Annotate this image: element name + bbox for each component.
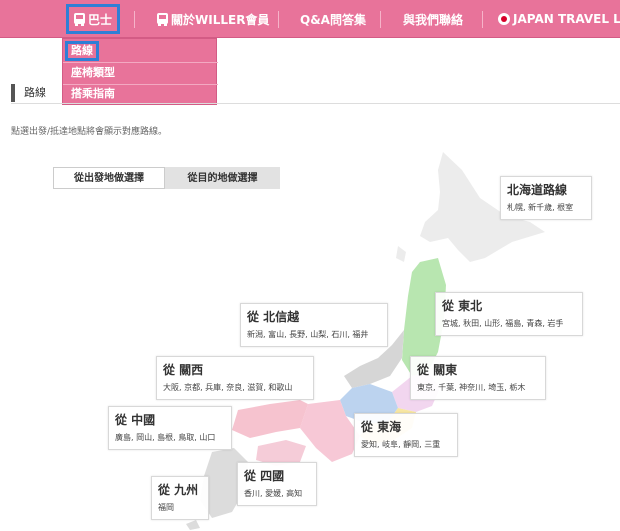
region-title: 從 中國: [115, 413, 156, 427]
region-title: 北海道路線: [507, 183, 568, 197]
region-title: 從 四國: [244, 469, 285, 483]
region-card-shikoku[interactable]: 從 四國 香川, 愛媛, 高知: [237, 462, 317, 506]
region-cities: 大阪, 京都, 兵庫, 奈良, 滋賀, 和歌山: [163, 383, 293, 392]
region-cities: 札幌, 新千歲, 根室: [507, 203, 574, 212]
region-card-tokai[interactable]: 從 東海 愛知, 岐阜, 靜岡, 三重: [354, 413, 458, 457]
region-title: 從 九州: [158, 483, 199, 497]
region-title: 從 東海: [361, 420, 402, 434]
region-cities: 宮城, 秋田, 山形, 福島, 青森, 岩手: [442, 319, 564, 328]
region-card-tohoku[interactable]: 從 東北 宮城, 秋田, 山形, 福島, 青森, 岩手: [435, 292, 583, 336]
region-cities: 福岡: [158, 503, 174, 512]
map-island: [396, 246, 406, 262]
region-cities: 香川, 愛媛, 高知: [244, 489, 303, 498]
region-title: 從 東北: [442, 299, 483, 313]
region-card-hokushinetsu[interactable]: 從 北信越 新潟, 富山, 長野, 山梨, 石川, 福井: [240, 303, 388, 347]
region-cities: 新潟, 富山, 長野, 山梨, 石川, 福井: [247, 330, 369, 339]
region-title: 從 北信越: [247, 310, 300, 324]
region-cities: 東京, 千葉, 神奈川, 埼玉, 栃木: [417, 383, 526, 392]
region-card-chugoku[interactable]: 從 中國 廣島, 岡山, 島根, 鳥取, 山口: [108, 406, 232, 450]
region-title: 從 關西: [163, 363, 204, 377]
region-title: 從 關東: [417, 363, 458, 377]
map-island: [186, 520, 200, 530]
region-card-kansai[interactable]: 從 關西 大阪, 京都, 兵庫, 奈良, 滋賀, 和歌山: [156, 356, 314, 400]
map-chugoku[interactable]: [232, 400, 308, 438]
region-card-kanto[interactable]: 從 關東 東京, 千葉, 神奈川, 埼玉, 栃木: [410, 356, 546, 400]
region-card-kyushu[interactable]: 從 九州 福岡: [151, 476, 209, 520]
region-cities: 愛知, 岐阜, 靜岡, 三重: [361, 440, 441, 449]
region-card-hokkaido[interactable]: 北海道路線 札幌, 新千歲, 根室: [500, 176, 592, 220]
region-cities: 廣島, 岡山, 島根, 鳥取, 山口: [115, 433, 216, 442]
japan-map: [186, 152, 545, 530]
